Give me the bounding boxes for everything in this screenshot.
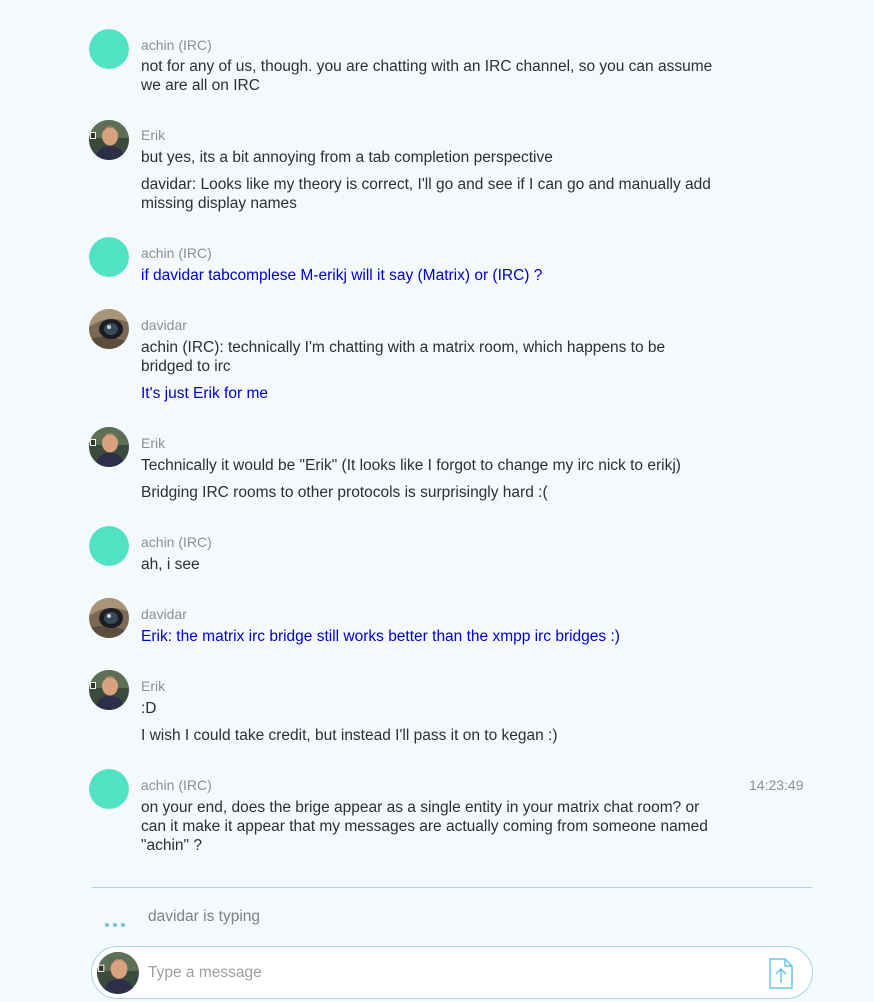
sender-name[interactable]: davidar: [141, 317, 187, 333]
message-text: achin (IRC): technically I'm chatting wi…: [141, 339, 666, 375]
message-input[interactable]: [148, 959, 748, 987]
sender-name[interactable]: achin (IRC): [141, 37, 212, 53]
avatar[interactable]: [89, 29, 129, 69]
message-text: Technically it would be "Erik" (It looks…: [141, 457, 681, 474]
avatar[interactable]: [89, 120, 129, 160]
avatar[interactable]: [89, 670, 129, 710]
avatar[interactable]: [89, 769, 129, 809]
avatar[interactable]: [89, 598, 129, 638]
upload-icon[interactable]: [768, 958, 794, 989]
message-timeline[interactable]: achin (IRC) not for any of us, though. y…: [0, 0, 874, 885]
typing-status: davidar is typing: [148, 908, 261, 925]
message-text: ah, i see: [141, 556, 200, 573]
sender-name[interactable]: achin (IRC): [141, 245, 212, 261]
message-timestamp: 14:23:49: [749, 777, 804, 793]
message-text: but yes, its a bit annoying from a tab c…: [141, 149, 553, 166]
sender-name[interactable]: Erik: [141, 127, 165, 143]
message-text: I wish I could take credit, but instead …: [141, 727, 558, 744]
message-text: Erik: the matrix irc bridge still works …: [141, 628, 620, 645]
avatar[interactable]: [89, 237, 129, 277]
sender-name[interactable]: achin (IRC): [141, 534, 212, 550]
avatar[interactable]: [89, 427, 129, 467]
message-text: davidar: Looks like my theory is correct…: [141, 176, 711, 212]
sender-name[interactable]: achin (IRC): [141, 777, 212, 793]
message-text: Bridging IRC rooms to other protocols is…: [141, 484, 548, 501]
typing-indicator-icon: [105, 914, 129, 927]
message-text: not for any of us, though. you are chatt…: [141, 58, 713, 94]
message-text: :D: [141, 700, 157, 717]
sender-name[interactable]: davidar: [141, 606, 187, 622]
avatar[interactable]: [89, 309, 129, 349]
message-text: It's just Erik for me: [141, 385, 268, 402]
message-text: if davidar tabcomplese M-erikj will it s…: [141, 267, 543, 284]
timeline-divider: [92, 887, 812, 888]
message-composer: [91, 946, 813, 999]
my-avatar[interactable]: [97, 952, 139, 994]
avatar[interactable]: [89, 526, 129, 566]
sender-name[interactable]: Erik: [141, 678, 165, 694]
message-text: on your end, does the brige appear as a …: [141, 799, 708, 854]
sender-name[interactable]: Erik: [141, 435, 165, 451]
